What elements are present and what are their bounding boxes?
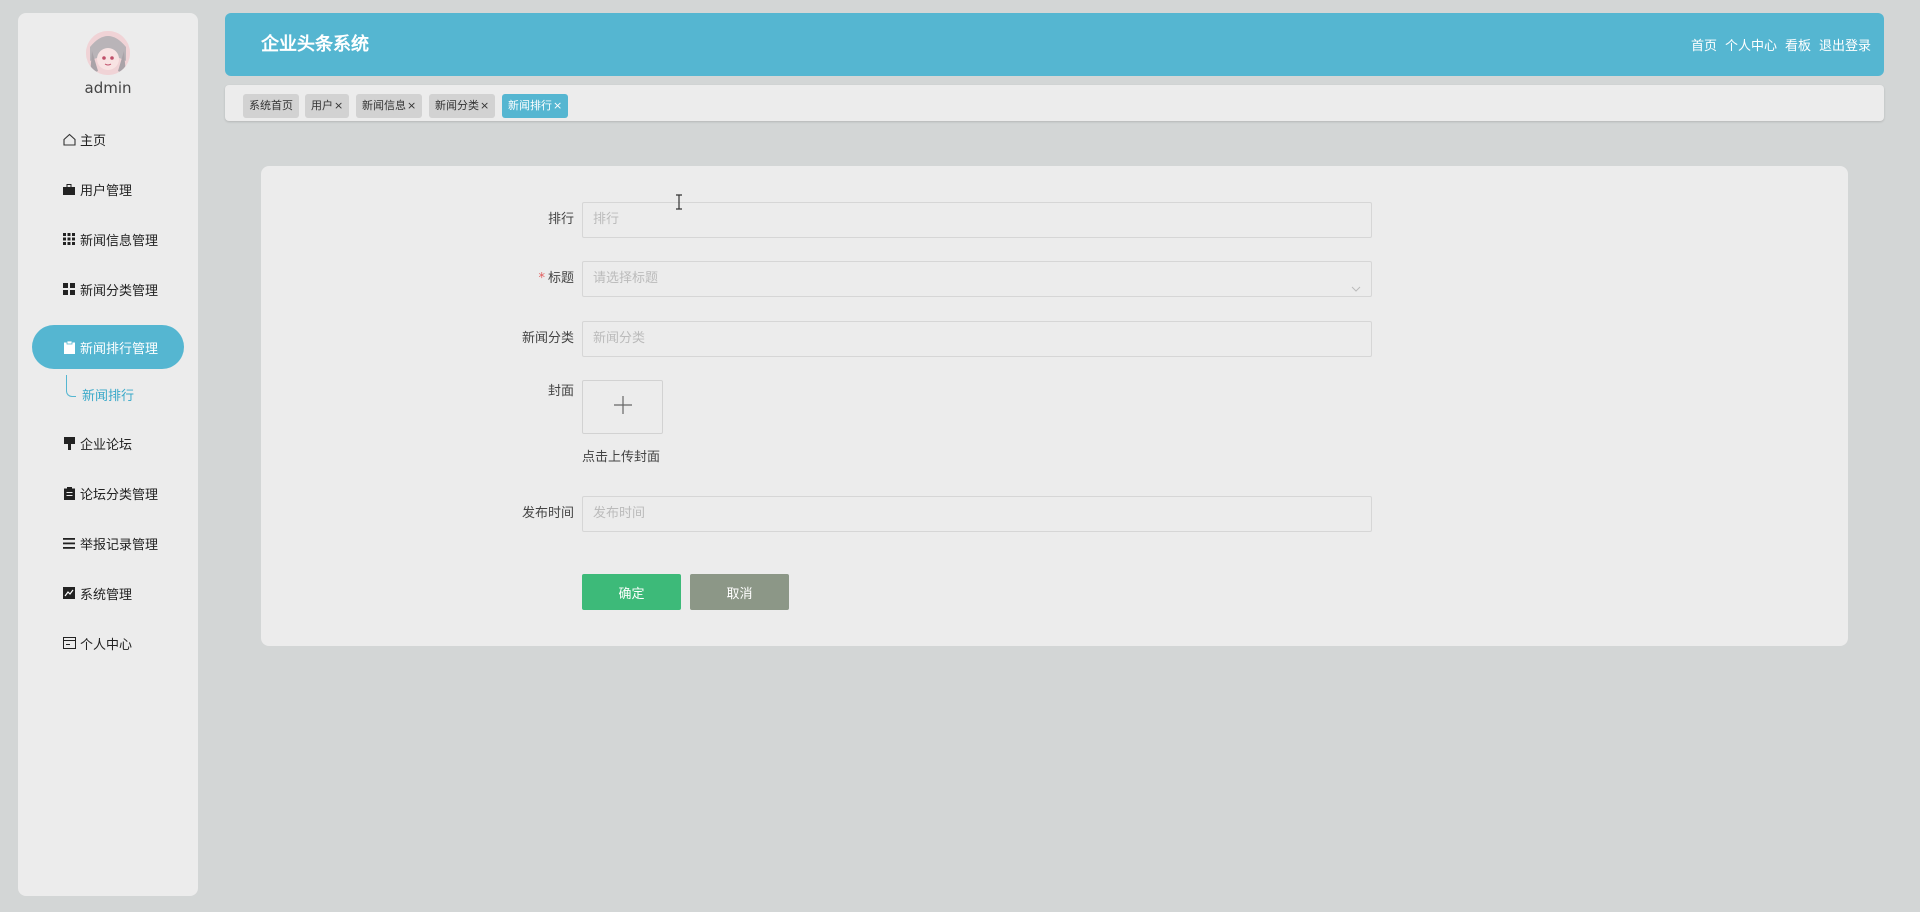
sidebar-item-forum-category-management[interactable]: 论坛分类管理: [32, 471, 184, 515]
chart-icon: [62, 586, 76, 600]
sidebar-item-enterprise-forum[interactable]: 企业论坛: [32, 421, 184, 465]
form-card: 排行 排行 * 标题 请选择标题 新闻分类 新闻分类 封面 点击上传封面 发布时间…: [261, 166, 1848, 646]
sidebar-item-label: 系统管理: [80, 587, 133, 603]
confirm-button[interactable]: 确定: [582, 574, 681, 610]
cover-label: 封面: [454, 380, 574, 404]
category-placeholder: 新闻分类: [593, 331, 646, 346]
title-placeholder: 请选择标题: [593, 271, 659, 286]
cancel-button[interactable]: 取消: [690, 574, 789, 610]
publish-time-input[interactable]: 发布时间: [582, 496, 1372, 532]
sidebar-subitem-news-ranking[interactable]: 新闻排行: [82, 385, 192, 407]
submenu-connector: [66, 375, 76, 397]
header-nav: 首页 个人中心 看板 退出登录: [1691, 13, 1871, 76]
flag-icon: [62, 436, 76, 450]
tab-label: 系统首页: [249, 99, 293, 112]
clipboard-icon: [62, 486, 76, 500]
list-icon: [62, 536, 76, 550]
sidebar-item-home[interactable]: 主页: [32, 117, 184, 161]
sidebar: admin 主页 用户管理 新闻信息管理 新闻分类管理 新闻排行管理 新闻排行 …: [18, 13, 198, 896]
header-link-dashboard[interactable]: 看板: [1785, 35, 1811, 54]
title-label: * 标题: [454, 261, 574, 297]
tabs-bar: 系统首页 用户× 新闻信息× 新闻分类× 新闻排行×: [225, 85, 1884, 121]
sidebar-item-label: 个人中心: [80, 637, 133, 653]
tab-system-home[interactable]: 系统首页: [243, 94, 299, 118]
clipboard-icon: [62, 340, 76, 354]
tab-label: 新闻信息: [362, 99, 406, 112]
sidebar-item-news-ranking-management[interactable]: 新闻排行管理: [32, 325, 184, 369]
sidebar-item-news-info-management[interactable]: 新闻信息管理: [32, 217, 184, 261]
cover-upload-hint: 点击上传封面: [582, 450, 661, 465]
sidebar-item-label: 新闻排行管理: [80, 341, 159, 357]
publish-time-placeholder: 发布时间: [593, 506, 646, 521]
tab-news-ranking[interactable]: 新闻排行×: [502, 94, 569, 118]
rank-label: 排行: [454, 202, 574, 238]
sidebar-item-label: 新闻信息管理: [80, 233, 159, 249]
plus-icon: [613, 395, 633, 419]
sidebar-item-report-records-management[interactable]: 举报记录管理: [32, 521, 184, 565]
tab-close-icon[interactable]: ×: [480, 99, 489, 112]
cover-label-text: 封面: [547, 384, 574, 399]
header-link-personal-center[interactable]: 个人中心: [1725, 35, 1777, 54]
sidebar-item-label: 企业论坛: [80, 437, 133, 453]
sidebar-item-label: 主页: [80, 133, 107, 149]
sidebar-item-label: 新闻分类管理: [80, 283, 159, 299]
app-title: 企业头条系统: [261, 34, 369, 55]
tab-user[interactable]: 用户×: [305, 94, 350, 118]
top-header: 企业头条系统 首页 个人中心 看板 退出登录: [225, 13, 1884, 76]
title-label-text: 标题: [547, 271, 574, 286]
tab-label: 新闻分类: [435, 99, 479, 112]
avatar[interactable]: [86, 31, 130, 75]
sidebar-item-label: 用户管理: [80, 183, 133, 199]
sidebar-item-system-management[interactable]: 系统管理: [32, 571, 184, 615]
username: admin: [84, 79, 132, 97]
tab-close-icon[interactable]: ×: [407, 99, 416, 112]
card-icon: [62, 636, 76, 650]
briefcase-icon: [62, 182, 76, 196]
category-input[interactable]: 新闻分类: [582, 321, 1372, 357]
title-select[interactable]: 请选择标题: [582, 261, 1372, 297]
category-label-text: 新闻分类: [521, 331, 574, 346]
category-label: 新闻分类: [454, 321, 574, 357]
sidebar-item-news-category-management[interactable]: 新闻分类管理: [32, 267, 184, 311]
sidebar-item-label: 论坛分类管理: [80, 487, 159, 503]
sidebar-item-personal-center[interactable]: 个人中心: [32, 621, 184, 665]
cover-upload-button[interactable]: [582, 380, 663, 434]
rank-label-text: 排行: [547, 212, 574, 227]
rank-input[interactable]: 排行: [582, 202, 1372, 238]
tab-news-info[interactable]: 新闻信息×: [356, 94, 423, 118]
sidebar-item-label: 举报记录管理: [80, 537, 159, 553]
publish-time-label-text: 发布时间: [521, 506, 574, 521]
text-cursor-icon: [674, 194, 684, 210]
apps-icon: [62, 282, 76, 296]
required-mark: *: [538, 271, 545, 286]
header-link-home[interactable]: 首页: [1691, 35, 1717, 54]
publish-time-label: 发布时间: [454, 496, 574, 532]
tab-close-icon[interactable]: ×: [553, 99, 562, 112]
rank-placeholder: 排行: [593, 212, 620, 227]
chevron-down-icon: [1351, 274, 1361, 292]
home-icon: [62, 132, 76, 146]
header-link-logout[interactable]: 退出登录: [1819, 35, 1871, 54]
sidebar-item-user-management[interactable]: 用户管理: [32, 167, 184, 211]
tab-label: 用户: [311, 99, 333, 112]
tab-news-category[interactable]: 新闻分类×: [429, 94, 496, 118]
tab-label: 新闻排行: [508, 99, 552, 112]
tab-close-icon[interactable]: ×: [334, 99, 343, 112]
grid-icon: [62, 232, 76, 246]
